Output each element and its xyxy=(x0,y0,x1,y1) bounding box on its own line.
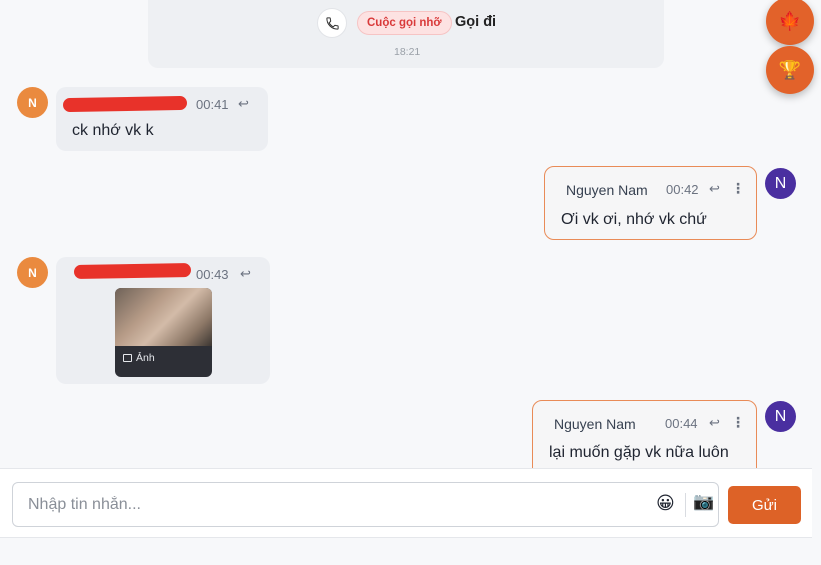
message-bubble-outgoing: Nguyen Nam 00:42 ↩ ⋮ Ơi vk ơi, nhớ vk ch… xyxy=(544,166,757,240)
sender-name: Nguyen Nam xyxy=(566,182,648,198)
message-text: Ơi vk ơi, nhớ vk chứ xyxy=(561,211,707,228)
message-time: 00:43 xyxy=(196,267,229,282)
message-bubble-incoming: 00:41 ↩ ck nhớ vk k xyxy=(56,87,268,151)
attachment-photo xyxy=(115,288,212,346)
message-input[interactable] xyxy=(28,493,628,517)
reply-icon[interactable]: ↩ xyxy=(238,96,249,112)
sender-avatar[interactable]: N xyxy=(17,257,48,288)
message-time: 00:42 xyxy=(666,182,699,197)
image-icon xyxy=(123,354,132,362)
message-text: lại muốn gặp vk nữa luôn xyxy=(549,444,729,461)
sender-name: Nguyen Nam xyxy=(554,416,636,432)
message-composer: 😀 📷 Gửi xyxy=(0,468,812,538)
send-button[interactable]: Gửi xyxy=(728,486,801,524)
reply-icon[interactable]: ↩ xyxy=(240,266,251,282)
more-options-icon[interactable]: ⋮ xyxy=(731,414,745,431)
my-avatar[interactable]: N xyxy=(765,401,796,432)
my-avatar[interactable]: N xyxy=(765,168,796,199)
sender-avatar[interactable]: N xyxy=(17,87,48,118)
attachment-caption: Ảnh xyxy=(123,352,155,364)
image-attachment[interactable]: Ảnh xyxy=(115,288,212,377)
message-input-box: 😀 📷 xyxy=(12,482,719,527)
reply-icon[interactable]: ↩ xyxy=(709,181,720,197)
camera-icon[interactable]: 📷 xyxy=(693,492,714,512)
call-type-label: Gọi đi xyxy=(455,14,497,30)
chat-messages-area[interactable]: Cuộc gọi nhỡ Gọi đi 18:21 N 00:41 ↩ ck n… xyxy=(0,0,812,468)
call-time: 18:21 xyxy=(394,46,421,58)
redacted-sender-name xyxy=(73,262,192,280)
message-time: 00:41 xyxy=(196,97,229,112)
attachment-label: Ảnh xyxy=(136,352,155,364)
message-bubble-outgoing: Nguyen Nam 00:44 ↩ ⋮ lại muốn gặp vk nữa… xyxy=(532,400,757,468)
call-log-card: Cuộc gọi nhỡ Gọi đi 18:21 xyxy=(148,0,664,68)
emoji-icon[interactable]: 😀 xyxy=(656,493,675,514)
message-time: 00:44 xyxy=(665,416,698,431)
missed-call-badge: Cuộc gọi nhỡ xyxy=(357,11,452,35)
input-divider xyxy=(685,493,686,517)
more-options-icon[interactable]: ⋮ xyxy=(731,180,745,197)
message-text: ck nhớ vk k xyxy=(72,122,154,139)
message-bubble-incoming: 00:43 ↩ Ảnh xyxy=(56,257,270,384)
trophy-icon[interactable]: 🏆 xyxy=(766,46,814,94)
redacted-sender-name xyxy=(62,95,188,113)
reply-icon[interactable]: ↩ xyxy=(709,415,720,431)
phone-icon xyxy=(317,8,347,38)
